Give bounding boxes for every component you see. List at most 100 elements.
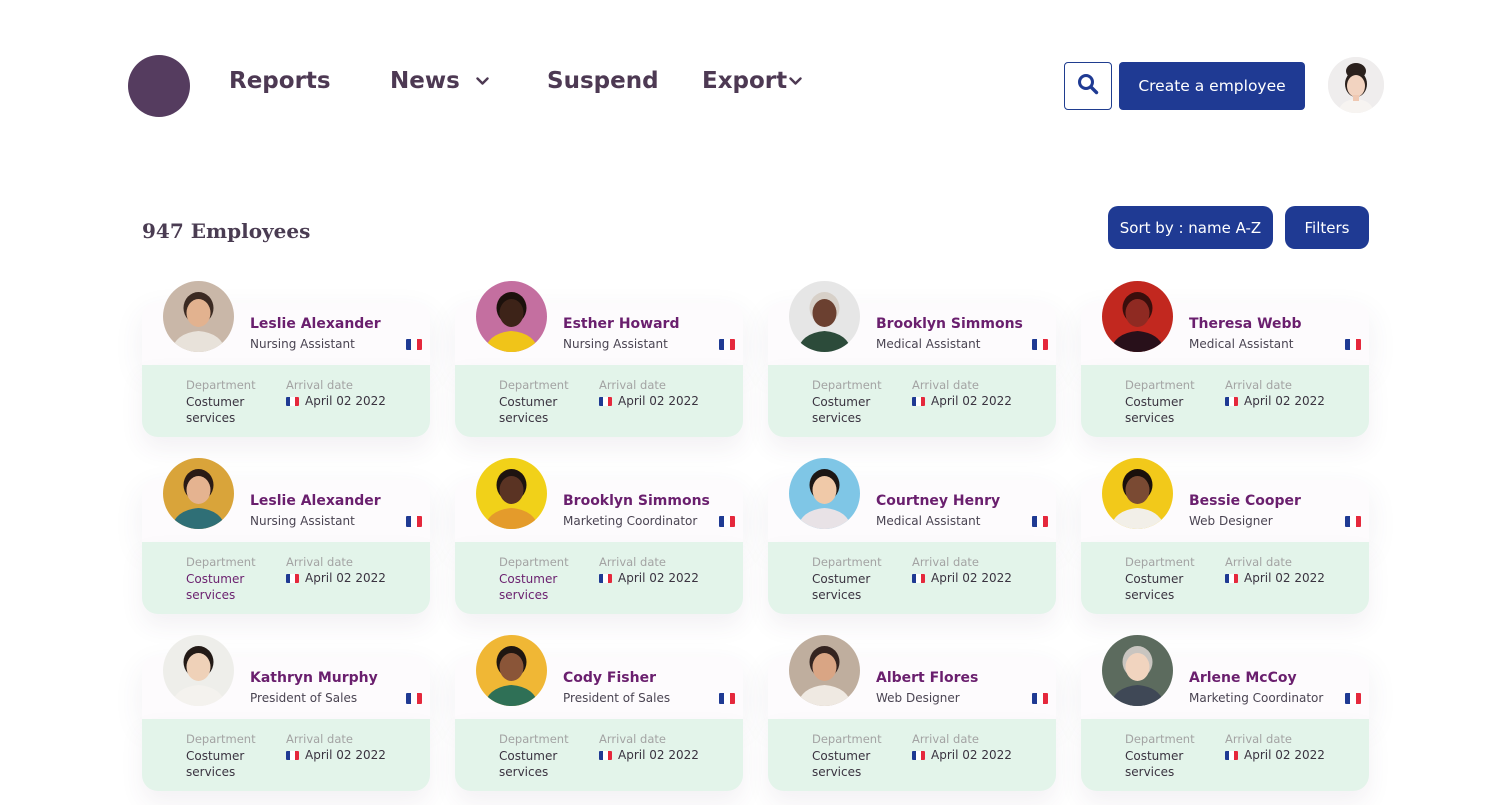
department-label: Department (812, 378, 882, 392)
employee-card[interactable]: Cody Fisher President of Sales Department C… (455, 635, 743, 791)
filters-button[interactable]: Filters (1285, 206, 1369, 249)
arrival-date-text: April 02 2022 (305, 571, 386, 585)
employee-role: President of Sales (563, 691, 671, 705)
france-flag-icon (1225, 573, 1238, 583)
france-flag-icon (719, 339, 735, 350)
employee-name[interactable]: Brooklyn Simmons (563, 493, 710, 509)
employee-avatar[interactable] (1102, 458, 1173, 529)
arrival-date-label: Arrival date (599, 732, 666, 746)
france-flag-icon (1225, 750, 1238, 760)
france-flag-icon (286, 396, 299, 406)
employee-name[interactable]: Theresa Webb (1189, 316, 1302, 332)
employee-name[interactable]: Albert Flores (876, 670, 978, 686)
sort-button[interactable]: Sort by : name A-Z (1108, 206, 1273, 249)
employee-card[interactable]: Arlene McCoy Marketing Coordinator Departm… (1081, 635, 1369, 791)
employee-avatar[interactable] (1102, 281, 1173, 352)
nav-item-reports[interactable]: Reports (229, 68, 331, 94)
employee-card[interactable]: Leslie Alexander Nursing Assistant Departm… (142, 281, 430, 437)
nav-item-suspend[interactable]: Suspend (547, 68, 659, 94)
employee-name[interactable]: Arlene McCoy (1189, 670, 1297, 686)
nav-item-export[interactable]: Export (702, 68, 802, 94)
employee-card[interactable]: Theresa Webb Medical Assistant Department C… (1081, 281, 1369, 437)
france-flag-icon (719, 693, 735, 704)
employee-avatar[interactable] (789, 458, 860, 529)
employee-name[interactable]: Bessie Cooper (1189, 493, 1301, 509)
france-flag-icon (1032, 516, 1048, 527)
employee-avatar[interactable] (476, 458, 547, 529)
arrival-date-value: April 02 2022 (599, 394, 699, 408)
department-label: Department (1125, 378, 1195, 392)
france-flag-icon (1032, 339, 1048, 350)
employee-role: Medical Assistant (876, 514, 981, 528)
create-employee-button[interactable]: Create a employee (1119, 62, 1305, 110)
arrival-date-value: April 02 2022 (599, 571, 699, 585)
employee-role: Marketing Coordinator (563, 514, 698, 528)
employee-name[interactable]: Cody Fisher (563, 670, 656, 686)
france-flag-icon (406, 693, 422, 704)
department-label: Department (499, 378, 569, 392)
employee-card[interactable]: Courtney Henry Medical Assistant Departmen… (768, 458, 1056, 614)
france-flag-icon (406, 339, 422, 350)
employee-name[interactable]: Leslie Alexander (250, 493, 381, 509)
employee-card[interactable]: Bessie Cooper Web Designer Department Costu… (1081, 458, 1369, 614)
employee-avatar[interactable] (789, 281, 860, 352)
employee-card[interactable]: Leslie Alexander Nursing Assistant Departm… (142, 458, 430, 614)
employee-role: President of Sales (250, 691, 358, 705)
employee-name[interactable]: Kathryn Murphy (250, 670, 378, 686)
arrival-date-value: April 02 2022 (912, 571, 1012, 585)
department-value: Costumer services (812, 395, 871, 425)
employee-avatar[interactable] (476, 281, 547, 352)
employee-avatar[interactable] (789, 635, 860, 706)
arrival-date-value: April 02 2022 (912, 394, 1012, 408)
brand-logo[interactable] (128, 55, 190, 117)
nav-item-label: News (390, 68, 460, 94)
arrival-date-text: April 02 2022 (931, 571, 1012, 585)
department-value: Costumer services (499, 572, 558, 602)
department-label: Department (812, 555, 882, 569)
employee-avatar[interactable] (476, 635, 547, 706)
arrival-date-text: April 02 2022 (618, 571, 699, 585)
employee-name[interactable]: Esther Howard (563, 316, 679, 332)
arrival-date-label: Arrival date (599, 555, 666, 569)
employee-avatar[interactable] (163, 281, 234, 352)
arrival-date-text: April 02 2022 (618, 748, 699, 762)
department-value: Costumer services (812, 749, 871, 779)
employee-card[interactable]: Brooklyn Simmons Medical Assistant Departm… (768, 281, 1056, 437)
department-label: Department (499, 555, 569, 569)
france-flag-icon (719, 516, 735, 527)
arrival-date-label: Arrival date (1225, 378, 1292, 392)
employee-role: Marketing Coordinator (1189, 691, 1324, 705)
top-header: Reports News Suspend Export Create a emp… (0, 0, 1512, 170)
arrival-date-text: April 02 2022 (618, 394, 699, 408)
department-value: Costumer services (186, 395, 245, 425)
employee-name[interactable]: Brooklyn Simmons (876, 316, 1023, 332)
employee-count-title: 947 Employees (142, 219, 311, 243)
employee-card[interactable]: Kathryn Murphy President of Sales Departme… (142, 635, 430, 791)
arrival-date-value: April 02 2022 (286, 571, 386, 585)
employee-name[interactable]: Leslie Alexander (250, 316, 381, 332)
department-label: Department (812, 732, 882, 746)
employee-avatar[interactable] (163, 635, 234, 706)
employee-avatar[interactable] (1102, 635, 1173, 706)
france-flag-icon (599, 396, 612, 406)
search-button[interactable] (1064, 62, 1112, 110)
employee-avatar[interactable] (163, 458, 234, 529)
arrival-date-text: April 02 2022 (931, 394, 1012, 408)
employee-card[interactable]: Albert Flores Web Designer Department Costu… (768, 635, 1056, 791)
user-avatar[interactable] (1328, 57, 1384, 113)
arrival-date-label: Arrival date (912, 378, 979, 392)
arrival-date-label: Arrival date (599, 378, 666, 392)
department-label: Department (1125, 732, 1195, 746)
arrival-date-label: Arrival date (912, 732, 979, 746)
arrival-date-value: April 02 2022 (599, 748, 699, 762)
department-value: Costumer services (499, 749, 558, 779)
nav-item-news[interactable]: News (390, 68, 489, 94)
department-label: Department (186, 555, 256, 569)
employee-card[interactable]: Esther Howard Nursing Assistant Department… (455, 281, 743, 437)
france-flag-icon (1345, 693, 1361, 704)
employee-name[interactable]: Courtney Henry (876, 493, 1000, 509)
arrival-date-value: April 02 2022 (286, 394, 386, 408)
employee-card[interactable]: Brooklyn Simmons Marketing Coordinator Dep… (455, 458, 743, 614)
arrival-date-value: April 02 2022 (286, 748, 386, 762)
employee-role: Nursing Assistant (250, 514, 355, 528)
